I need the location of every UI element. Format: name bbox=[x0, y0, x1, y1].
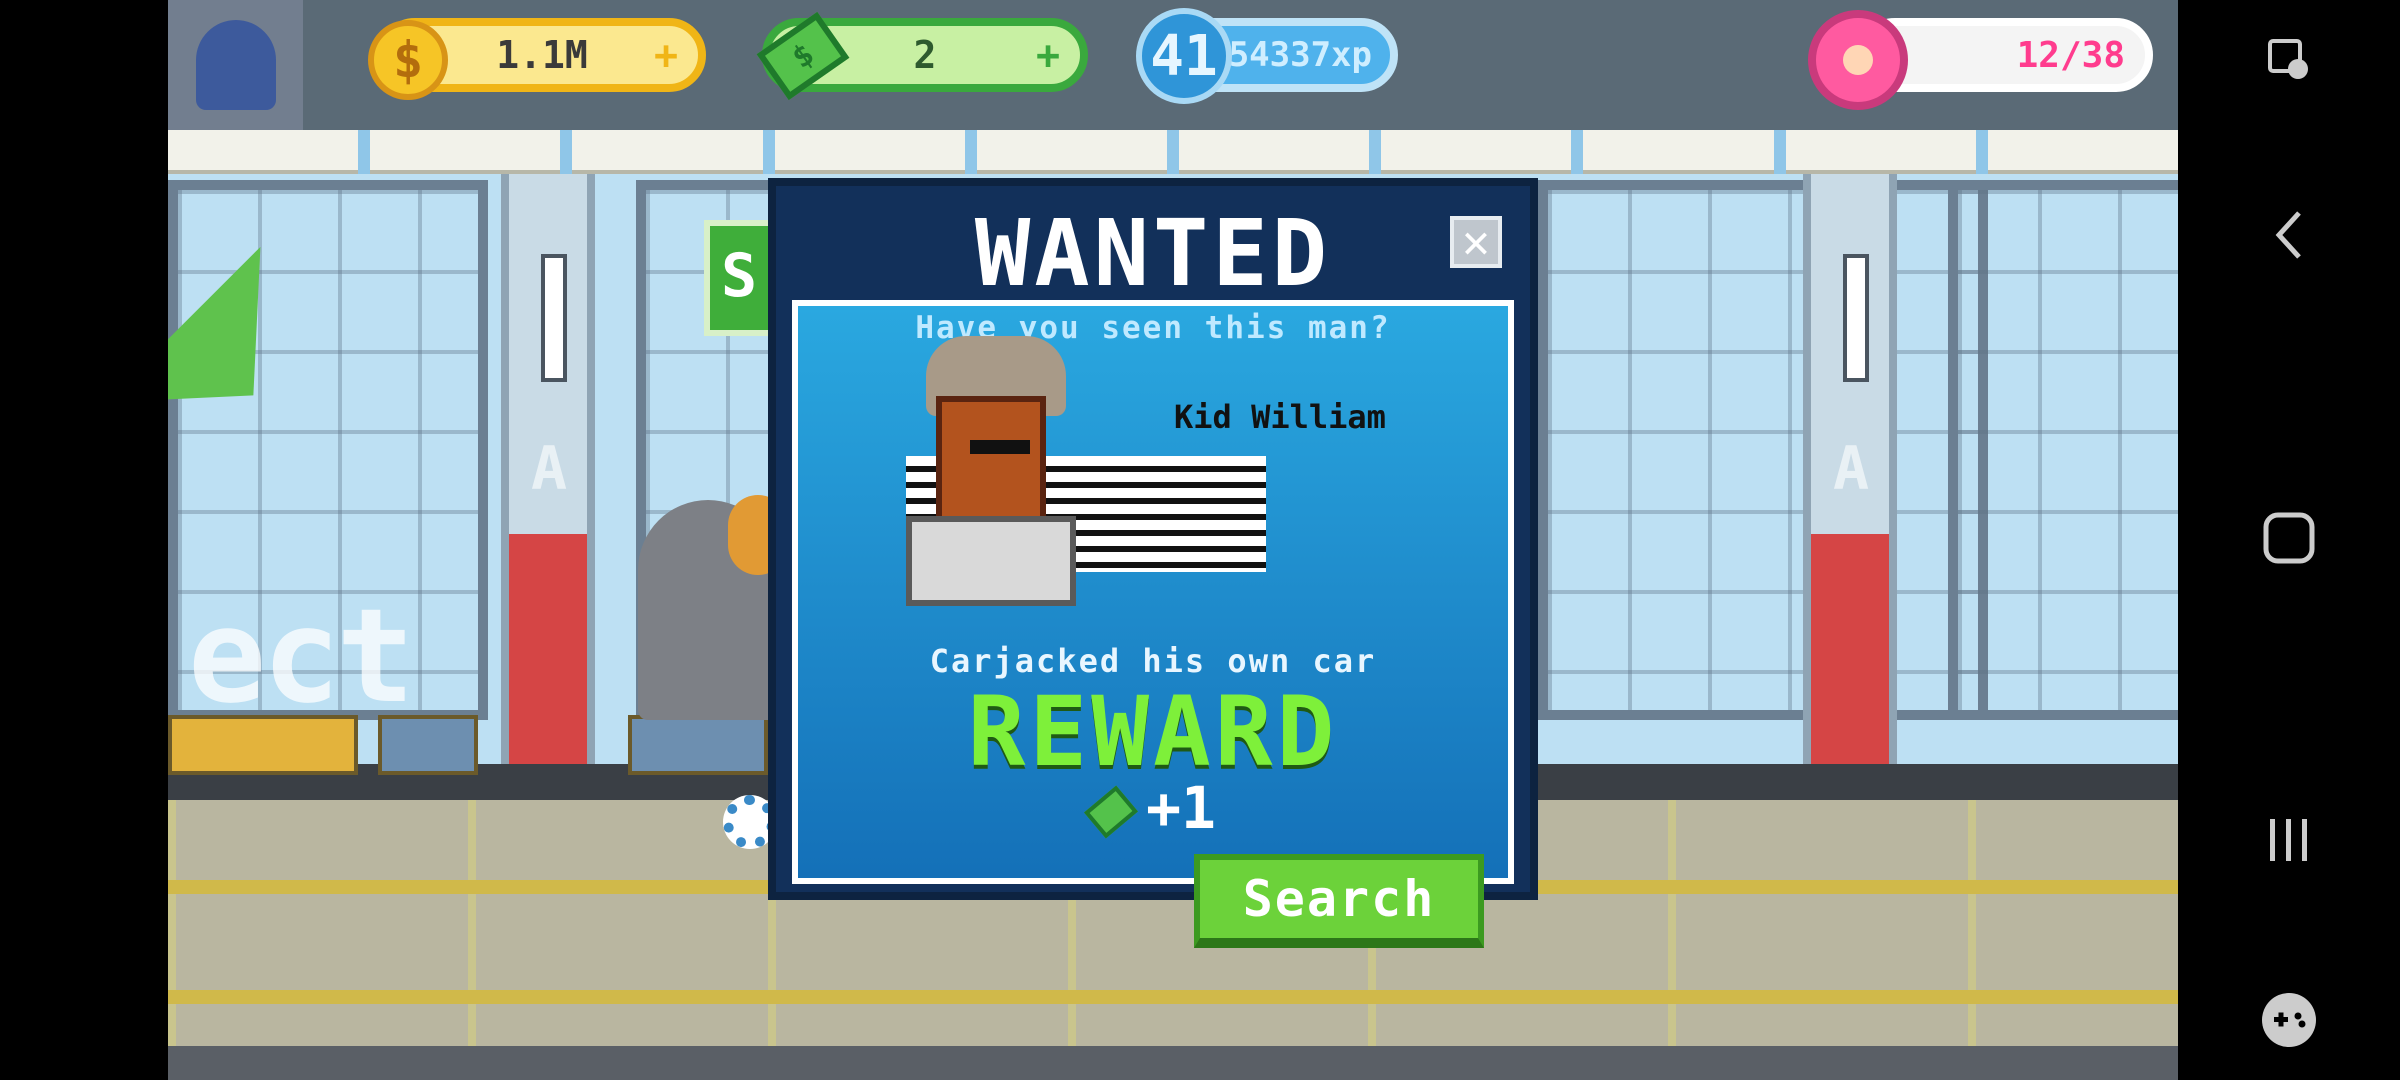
add-cash-icon[interactable]: + bbox=[1030, 36, 1066, 76]
cash-icon bbox=[1084, 785, 1139, 839]
system-nav-bar bbox=[2178, 0, 2400, 1080]
reward-amount: +1 bbox=[776, 774, 1530, 842]
reward-label: REWARD bbox=[967, 676, 1339, 788]
game-tools-button[interactable] bbox=[2178, 960, 2400, 1080]
floor-edge bbox=[168, 1046, 2178, 1080]
coins-value: 1.1M bbox=[496, 33, 588, 77]
profile-avatar-button[interactable] bbox=[168, 0, 303, 130]
mine-cart bbox=[378, 715, 478, 775]
mine-cart bbox=[168, 715, 358, 775]
search-button[interactable]: Search bbox=[1194, 854, 1484, 948]
ceiling-lights bbox=[168, 130, 2178, 176]
donut-icon bbox=[1808, 10, 1908, 110]
home-icon bbox=[2263, 512, 2315, 564]
coin-icon: $ bbox=[368, 20, 448, 100]
station-window bbox=[1538, 180, 1988, 720]
crime-description: Carjacked his own car bbox=[929, 642, 1377, 680]
wanted-poster: WANTED ✕ Have you seen this man? Kid Wil… bbox=[768, 178, 1538, 900]
pillar: A bbox=[1803, 174, 1897, 764]
game-viewport[interactable]: A A S ect 1.1M + $ 2 + $ 454337xp 41 12/… bbox=[168, 0, 2178, 1080]
cash-value: 2 bbox=[913, 33, 937, 77]
donut-value: 12/38 bbox=[2016, 34, 2125, 76]
avatar-icon bbox=[195, 20, 276, 110]
recents-button[interactable] bbox=[2178, 780, 2400, 900]
poster-question: Have you seen this man? bbox=[915, 310, 1391, 346]
add-coins-icon[interactable]: + bbox=[648, 36, 684, 76]
suspect-portrait bbox=[896, 336, 1086, 606]
level-value: 41 bbox=[1150, 23, 1218, 89]
screenshot-edit-button[interactable] bbox=[2178, 0, 2400, 120]
back-icon bbox=[2275, 211, 2301, 259]
pillar: A bbox=[501, 174, 595, 764]
mine-cart bbox=[628, 715, 768, 775]
close-icon: ✕ bbox=[1462, 214, 1490, 268]
faded-label: ect bbox=[188, 580, 415, 732]
station-window bbox=[1948, 180, 2178, 720]
station-sign: S bbox=[704, 220, 774, 336]
pillar-letter: A bbox=[531, 434, 568, 504]
back-button[interactable] bbox=[2178, 175, 2400, 295]
poster-title: WANTED bbox=[974, 200, 1332, 307]
home-button[interactable] bbox=[2178, 478, 2400, 598]
xp-value: 454337xp bbox=[1208, 35, 1372, 75]
screenshot-edit-icon bbox=[2268, 39, 2308, 79]
recents-icon bbox=[2270, 819, 2307, 861]
gamepad-icon bbox=[2262, 993, 2316, 1047]
pillar-letter: A bbox=[1833, 434, 1870, 504]
reward-value: +1 bbox=[1146, 774, 1216, 842]
wall-lamp bbox=[1843, 254, 1869, 382]
suspect-name: Kid William bbox=[1174, 398, 1386, 436]
level-badge: 41 bbox=[1136, 8, 1232, 104]
close-button[interactable]: ✕ bbox=[1450, 216, 1502, 268]
wall-lamp bbox=[541, 254, 567, 382]
